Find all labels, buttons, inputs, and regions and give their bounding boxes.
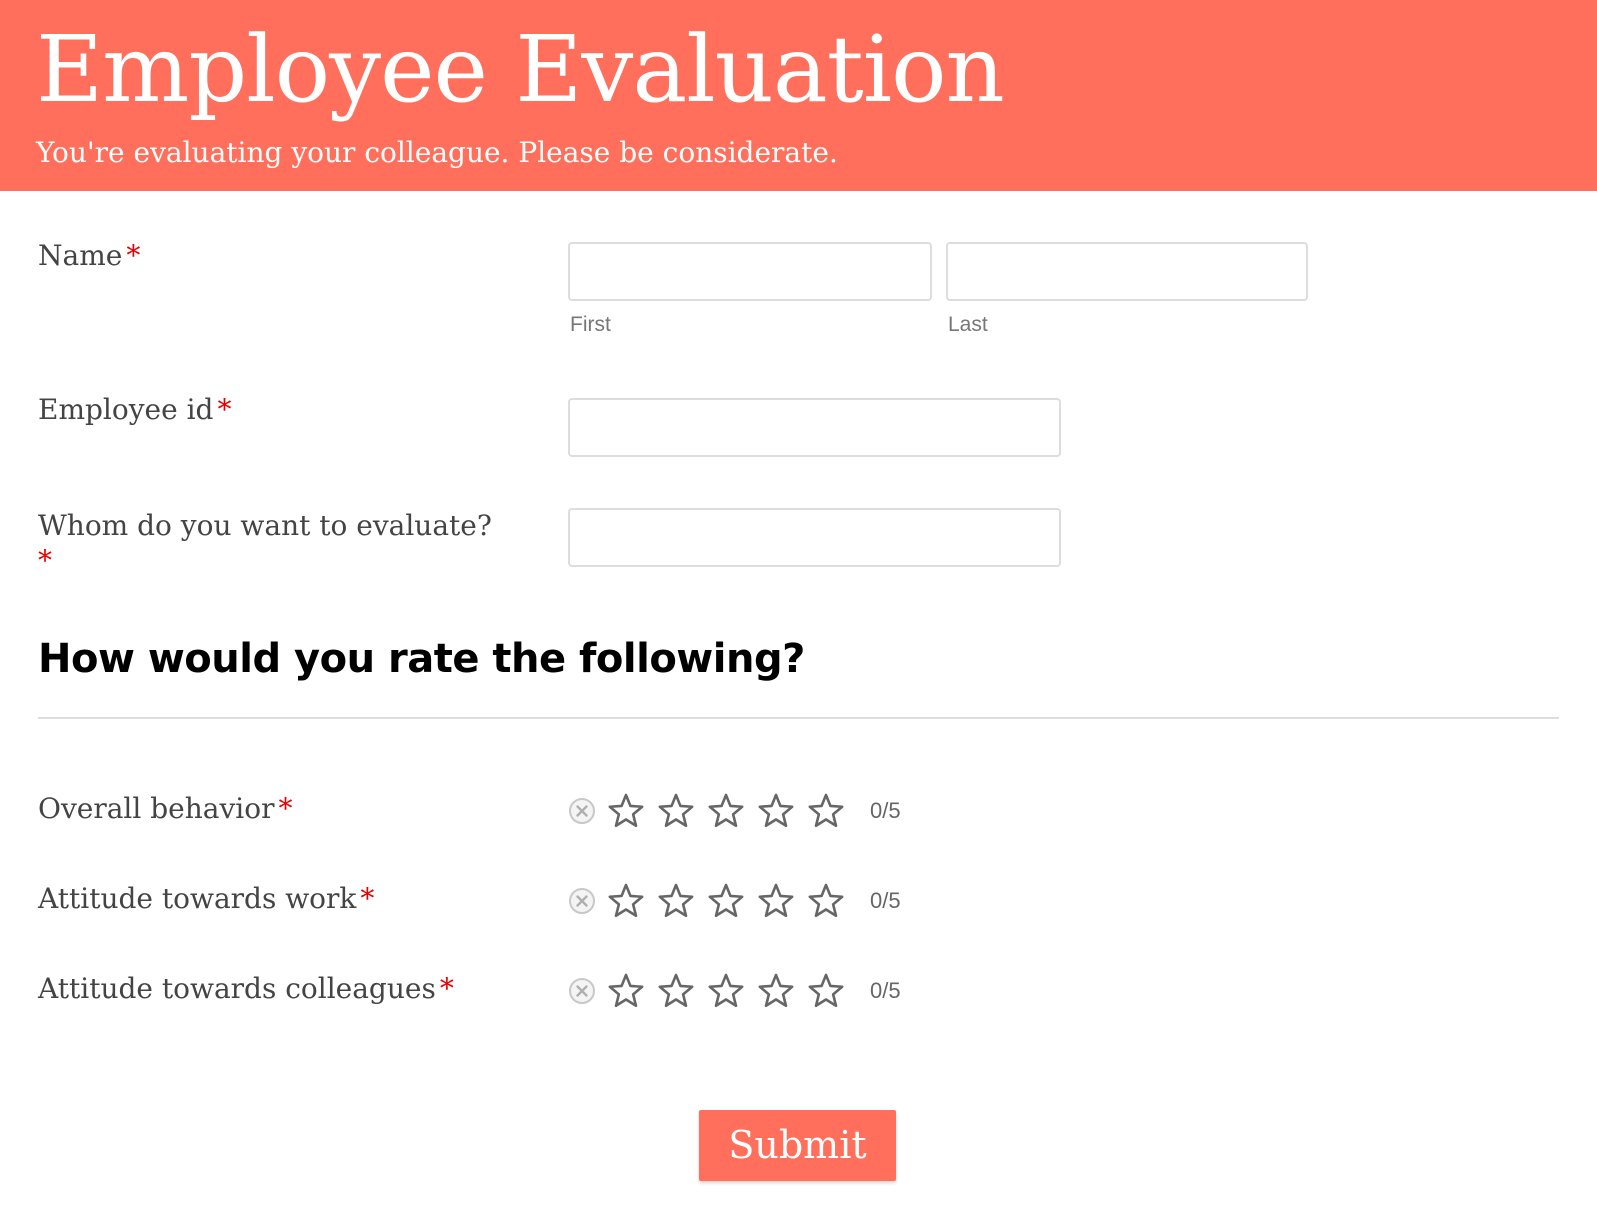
- last-name-input[interactable]: [946, 242, 1308, 301]
- employee-id-label-text: Employee id: [38, 393, 214, 426]
- cancel-circle-icon[interactable]: [568, 797, 596, 825]
- form-subtitle: You're evaluating your colleague. Please…: [36, 136, 838, 169]
- rating-attitude-colleagues: 0/5: [568, 971, 901, 1011]
- name-label: Name *: [38, 239, 140, 273]
- cancel-circle-icon[interactable]: [568, 887, 596, 915]
- rating-value: 0/5: [870, 798, 901, 823]
- name-label-text: Name: [38, 239, 123, 272]
- rating-value: 0/5: [870, 978, 901, 1003]
- star-outline-icon[interactable]: [756, 971, 796, 1011]
- last-name-sublabel: Last: [948, 313, 988, 336]
- rating-label-overall-behavior: Overall behavior *: [38, 792, 292, 826]
- star-outline-icon[interactable]: [606, 881, 646, 921]
- required-marker: *: [217, 393, 232, 426]
- rating-label-text: Overall behavior: [38, 792, 275, 825]
- rating-value: 0/5: [870, 888, 901, 913]
- required-marker: *: [278, 792, 293, 825]
- evaluate-whom-input[interactable]: [568, 508, 1061, 567]
- star-outline-icon[interactable]: [756, 881, 796, 921]
- rating-label-text: Attitude towards colleagues: [38, 972, 436, 1005]
- rating-label-attitude-colleagues: Attitude towards colleagues *: [38, 972, 454, 1006]
- required-marker: *: [439, 972, 454, 1005]
- star-outline-icon[interactable]: [656, 881, 696, 921]
- star-outline-icon[interactable]: [756, 791, 796, 831]
- star-outline-icon[interactable]: [656, 791, 696, 831]
- rating-label-text: Attitude towards work: [38, 882, 357, 915]
- star-outline-icon[interactable]: [706, 971, 746, 1011]
- rating-attitude-work: 0/5: [568, 881, 901, 921]
- first-name-sublabel: First: [570, 313, 611, 336]
- cancel-circle-icon[interactable]: [568, 977, 596, 1005]
- form-title: Employee Evaluation: [36, 16, 1005, 123]
- star-outline-icon[interactable]: [656, 971, 696, 1011]
- star-outline-icon[interactable]: [706, 881, 746, 921]
- star-outline-icon[interactable]: [806, 791, 846, 831]
- submit-button[interactable]: Submit: [699, 1110, 896, 1181]
- section-divider: [38, 717, 1559, 719]
- rating-overall-behavior: 0/5: [568, 791, 901, 831]
- required-marker: *: [360, 882, 375, 915]
- star-outline-icon[interactable]: [706, 791, 746, 831]
- star-outline-icon[interactable]: [806, 971, 846, 1011]
- required-marker: *: [38, 544, 52, 577]
- rating-label-attitude-work: Attitude towards work *: [38, 882, 374, 916]
- employee-id-label: Employee id *: [38, 393, 231, 427]
- evaluate-whom-label: Whom do you want to evaluate?: [38, 509, 492, 542]
- employee-id-input[interactable]: [568, 398, 1061, 457]
- first-name-input[interactable]: [568, 242, 932, 301]
- star-outline-icon[interactable]: [606, 971, 646, 1011]
- required-marker: *: [126, 239, 141, 272]
- star-outline-icon[interactable]: [606, 791, 646, 831]
- section-heading: How would you rate the following?: [38, 636, 805, 682]
- form-header: Employee Evaluation You're evaluating yo…: [0, 0, 1597, 191]
- star-outline-icon[interactable]: [806, 881, 846, 921]
